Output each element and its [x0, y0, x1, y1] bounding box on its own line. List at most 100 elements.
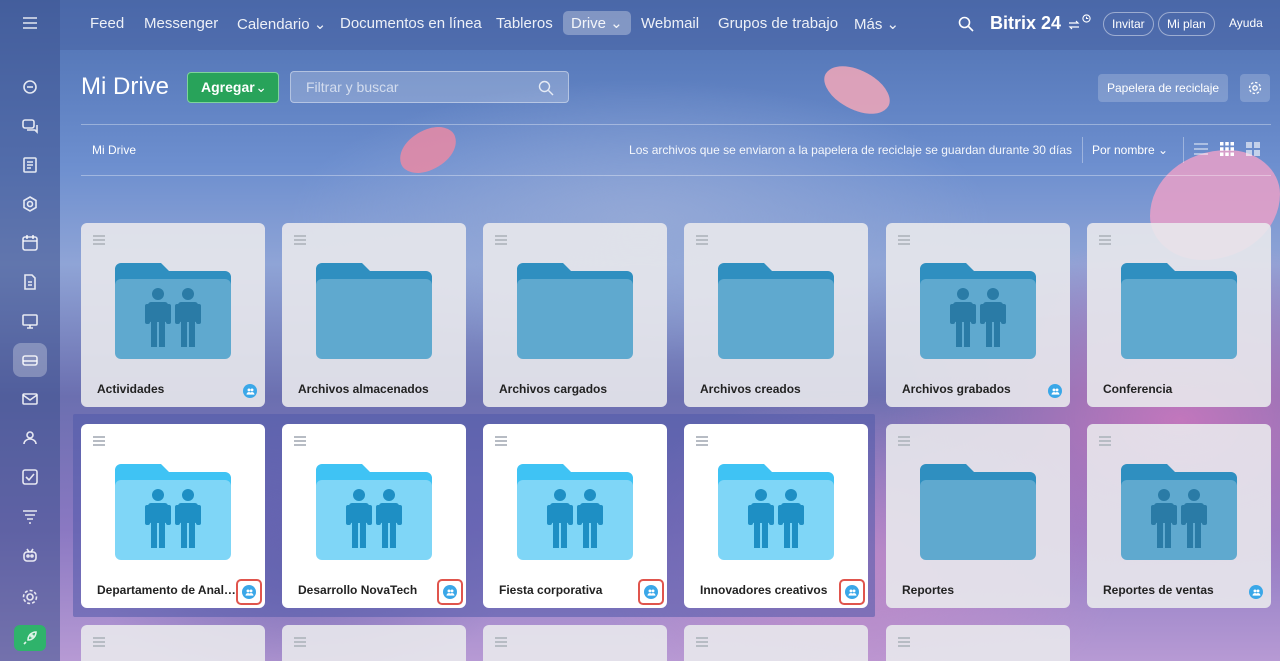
folder-card[interactable]: Reportes: [886, 424, 1070, 608]
menu-icon[interactable]: [13, 6, 47, 40]
folder-card[interactable]: Fiesta corporativa: [483, 424, 667, 608]
shared-badge-icon[interactable]: [236, 579, 262, 605]
switch-icon[interactable]: [1068, 19, 1080, 31]
folder-card[interactable]: [282, 625, 466, 661]
nav-webmail[interactable]: Webmail: [641, 15, 699, 32]
shared-badge-icon[interactable]: [437, 579, 463, 605]
nav-messenger[interactable]: Messenger: [144, 15, 218, 32]
folder-name[interactable]: Fiesta corporativa: [499, 583, 639, 597]
brand-logo[interactable]: Bitrix 24: [990, 13, 1061, 34]
drag-handle-icon[interactable]: [93, 637, 105, 649]
folder-icon: [718, 263, 834, 359]
folder-name[interactable]: Reportes: [902, 583, 1042, 597]
drive-icon[interactable]: [13, 343, 47, 377]
folder-icon: [920, 464, 1036, 560]
filter-stack-icon[interactable]: [13, 499, 47, 533]
folder-name[interactable]: Archivos grabados: [902, 382, 1042, 396]
folder-name[interactable]: Innovadores creativos: [700, 583, 840, 597]
rocket-icon[interactable]: [14, 625, 46, 651]
folder-name[interactable]: Actividades: [97, 382, 237, 396]
search-icon[interactable]: [538, 80, 554, 96]
shared-badge-icon[interactable]: [839, 579, 865, 605]
folder-card[interactable]: Archivos almacenados: [282, 223, 466, 407]
folder-card[interactable]: Conferencia: [1087, 223, 1271, 407]
drag-handle-icon[interactable]: [93, 235, 105, 247]
folder-card[interactable]: Archivos grabados: [886, 223, 1070, 407]
breadcrumb[interactable]: Mi Drive: [92, 143, 136, 157]
folder-name[interactable]: Reportes de ventas: [1103, 583, 1243, 597]
nav-feed[interactable]: Feed: [90, 15, 124, 32]
drag-handle-icon[interactable]: [1099, 436, 1111, 448]
nav-workgroups[interactable]: Grupos de trabajo: [718, 15, 838, 32]
drag-handle-icon[interactable]: [898, 436, 910, 448]
folder-card[interactable]: [684, 625, 868, 661]
folder-card[interactable]: [886, 625, 1070, 661]
drag-handle-icon[interactable]: [696, 235, 708, 247]
folder-name[interactable]: Conferencia: [1103, 382, 1243, 396]
calendar-icon[interactable]: [13, 226, 47, 260]
shared-badge-icon[interactable]: [638, 579, 664, 605]
settings-icon[interactable]: [13, 580, 47, 614]
drag-handle-icon[interactable]: [495, 235, 507, 247]
folder-icon: [920, 263, 1036, 359]
folder-name[interactable]: Desarrollo NovaTech: [298, 583, 438, 597]
folder-name[interactable]: Departamento de Analíti...: [97, 583, 237, 597]
feed-icon[interactable]: [13, 70, 47, 104]
document-icon[interactable]: [13, 148, 47, 182]
drag-handle-icon[interactable]: [495, 637, 507, 649]
folder-name[interactable]: Archivos creados: [700, 382, 840, 396]
shared-badge-icon[interactable]: [1249, 585, 1263, 599]
drag-handle-icon[interactable]: [898, 637, 910, 649]
nav-online-documents[interactable]: Documentos en línea: [340, 15, 482, 32]
drag-handle-icon[interactable]: [93, 436, 105, 448]
shared-badge-icon[interactable]: [1048, 384, 1062, 398]
drag-handle-icon[interactable]: [294, 235, 306, 247]
search-input[interactable]: [291, 72, 531, 102]
drag-handle-icon[interactable]: [294, 637, 306, 649]
invite-button[interactable]: Invitar: [1103, 12, 1154, 36]
page-title: Mi Drive: [81, 73, 169, 100]
drag-handle-icon[interactable]: [1099, 235, 1111, 247]
grid-large-view-icon[interactable]: [1245, 141, 1261, 157]
mail-icon[interactable]: [13, 382, 47, 416]
drag-handle-icon[interactable]: [495, 436, 507, 448]
board-icon[interactable]: [13, 304, 47, 338]
folder-card[interactable]: Archivos cargados: [483, 223, 667, 407]
drag-handle-icon[interactable]: [294, 436, 306, 448]
robot-icon[interactable]: [13, 538, 47, 572]
chat-icon[interactable]: [13, 109, 47, 143]
nav-calendar[interactable]: Calendario ⌄: [237, 15, 326, 33]
shared-badge-icon[interactable]: [243, 384, 257, 398]
folder-name[interactable]: Archivos almacenados: [298, 382, 438, 396]
my-plan-button[interactable]: Mi plan: [1158, 12, 1215, 36]
sort-dropdown[interactable]: Por nombre ⌄: [1092, 143, 1168, 157]
folder-card[interactable]: Desarrollo NovaTech: [282, 424, 466, 608]
nav-drive[interactable]: Drive ⌄: [563, 11, 631, 35]
drag-handle-icon[interactable]: [898, 235, 910, 247]
settings-button[interactable]: [1240, 74, 1270, 102]
folder-card[interactable]: [81, 625, 265, 661]
add-button[interactable]: Agregar ⌄: [187, 72, 279, 103]
nav-boards[interactable]: Tableros: [496, 15, 553, 32]
folder-card[interactable]: Reportes de ventas: [1087, 424, 1271, 608]
groups-icon[interactable]: [13, 421, 47, 455]
folder-card[interactable]: Actividades: [81, 223, 265, 407]
folder-card[interactable]: Archivos creados: [684, 223, 868, 407]
filter-search-box[interactable]: [290, 71, 569, 103]
tasks-icon[interactable]: [13, 460, 47, 494]
list-view-icon[interactable]: [1193, 141, 1209, 157]
folder-card[interactable]: Departamento de Analíti...: [81, 424, 265, 608]
help-link[interactable]: Ayuda: [1229, 16, 1263, 30]
drag-handle-icon[interactable]: [696, 436, 708, 448]
grid-small-view-icon[interactable]: [1219, 141, 1235, 157]
folder-name[interactable]: Archivos cargados: [499, 382, 639, 396]
hexagon-icon[interactable]: [13, 187, 47, 221]
nav-more[interactable]: Más ⌄: [854, 15, 899, 33]
file-icon[interactable]: [13, 265, 47, 299]
drag-handle-icon[interactable]: [696, 637, 708, 649]
divider: [1183, 137, 1184, 163]
search-icon[interactable]: [958, 16, 974, 32]
folder-card[interactable]: Innovadores creativos: [684, 424, 868, 608]
recycle-bin-button[interactable]: Papelera de reciclaje: [1098, 74, 1229, 102]
folder-card[interactable]: [483, 625, 667, 661]
